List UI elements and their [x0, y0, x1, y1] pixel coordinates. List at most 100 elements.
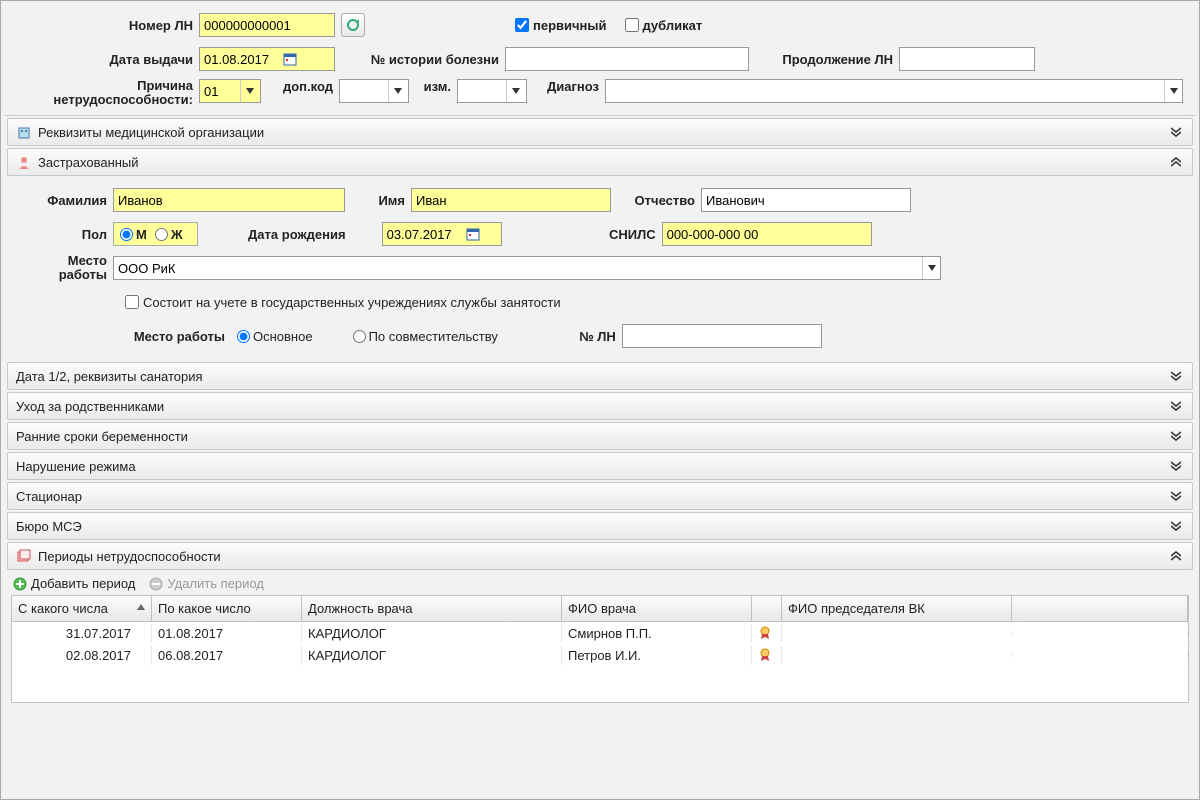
col-empty	[1012, 596, 1188, 621]
chevron-down-icon[interactable]	[388, 80, 406, 102]
gender-radio-group[interactable]: М Ж	[113, 222, 198, 246]
insured-body: Фамилия Имя Отчество Пол М Ж Дата рожден…	[5, 178, 1195, 360]
table-row[interactable]: 31.07.201701.08.2017КАРДИОЛОГСмирнов П.П…	[12, 622, 1188, 644]
app-window: Номер ЛН первичный дубликат Дата выдачи …	[0, 0, 1200, 800]
col-doctor[interactable]: ФИО врача	[562, 596, 752, 621]
worktype-part-radio[interactable]	[353, 330, 366, 343]
add-code-label: доп.код	[261, 79, 339, 94]
cell-chair	[782, 631, 1012, 635]
chevron-down-icon	[1168, 488, 1184, 504]
chevron-down-icon[interactable]	[922, 257, 940, 279]
snils-label: СНИЛС	[502, 227, 662, 242]
employment-reg-label: Состоит на учете в государственных учреж…	[143, 295, 561, 310]
col-chair[interactable]: ФИО председателя ВК	[782, 596, 1012, 621]
col-position[interactable]: Должность врача	[302, 596, 562, 621]
chevron-down-icon[interactable]	[506, 80, 524, 102]
top-form: Номер ЛН первичный дубликат Дата выдачи …	[5, 5, 1195, 116]
cell-to: 06.08.2017	[152, 646, 302, 665]
delete-period-button: Удалить период	[149, 576, 264, 591]
table-row[interactable]: 02.08.201706.08.2017КАРДИОЛОГПетров И.И.	[12, 644, 1188, 666]
diagnosis-select[interactable]	[605, 79, 1183, 103]
primary-label: первичный	[533, 18, 607, 33]
section-pregnancy[interactable]: Ранние сроки беременности	[7, 422, 1193, 450]
section-mse[interactable]: Бюро МСЭ	[7, 512, 1193, 540]
chevron-down-icon	[1168, 518, 1184, 534]
chg-label: изм.	[409, 79, 457, 94]
patronymic-input[interactable]	[701, 188, 911, 212]
workplace-select[interactable]	[113, 256, 941, 280]
calendar-icon[interactable]	[280, 49, 300, 69]
employment-reg-checkbox[interactable]	[125, 295, 139, 309]
reason-code-select[interactable]	[199, 79, 261, 103]
cell-doctor: Смирнов П.П.	[562, 624, 752, 643]
chevron-down-icon[interactable]	[240, 80, 258, 102]
chevron-down-icon	[1168, 124, 1184, 140]
add-code-select[interactable]	[339, 79, 409, 103]
history-no-label: № истории болезни	[335, 52, 505, 67]
continuation-input[interactable]	[899, 47, 1035, 71]
worktype-label: Место работы	[101, 329, 231, 344]
chevron-up-icon	[1168, 548, 1184, 564]
duplicate-checkbox[interactable]	[625, 18, 639, 32]
firstname-input[interactable]	[411, 188, 611, 212]
worktype-main-radio[interactable]	[237, 330, 250, 343]
table-header: С какого числа По какое число Должность …	[12, 596, 1188, 622]
chevron-down-icon	[1168, 428, 1184, 444]
section-violation[interactable]: Нарушение режима	[7, 452, 1193, 480]
calendar-stack-icon	[16, 548, 32, 564]
cell-chair	[782, 653, 1012, 657]
ln-no-label: № ЛН	[512, 329, 622, 344]
cell-badge	[752, 646, 782, 664]
col-from[interactable]: С какого числа	[12, 596, 152, 621]
person-icon	[16, 154, 32, 170]
cell-badge	[752, 624, 782, 642]
periods-toolbar: Добавить период Удалить период	[5, 572, 1195, 595]
patronymic-label: Отчество	[611, 193, 701, 208]
section-date12[interactable]: Дата 1/2, реквизиты санатория	[7, 362, 1193, 390]
chg-select[interactable]	[457, 79, 527, 103]
cell-position: КАРДИОЛОГ	[302, 646, 562, 665]
ln-number-input[interactable]	[199, 13, 335, 37]
chevron-down-icon[interactable]	[1164, 80, 1182, 102]
snils-input[interactable]	[662, 222, 872, 246]
chevron-up-icon	[1168, 154, 1184, 170]
diagnosis-label: Диагноз	[527, 79, 605, 94]
section-org[interactable]: Реквизиты медицинской организации	[7, 118, 1193, 146]
cell-from: 02.08.2017	[12, 646, 152, 665]
refresh-button[interactable]	[341, 13, 365, 37]
issue-date-label: Дата выдачи	[9, 52, 199, 67]
worktype-radio-group: Основное По совместительству	[231, 324, 512, 348]
add-period-button[interactable]: Добавить период	[13, 576, 135, 591]
firstname-label: Имя	[345, 193, 411, 208]
gender-f-radio[interactable]	[155, 228, 168, 241]
building-icon	[16, 124, 32, 140]
workplace-label: Местоработы	[13, 254, 113, 282]
cell-to: 01.08.2017	[152, 624, 302, 643]
cell-position: КАРДИОЛОГ	[302, 624, 562, 643]
calendar-icon[interactable]	[463, 224, 483, 244]
periods-table: С какого числа По какое число Должность …	[11, 595, 1189, 703]
issue-date-input[interactable]	[199, 47, 335, 71]
section-periods[interactable]: Периоды нетрудоспособности	[7, 542, 1193, 570]
col-to[interactable]: По какое число	[152, 596, 302, 621]
duplicate-label: дубликат	[643, 18, 703, 33]
primary-checkbox[interactable]	[515, 18, 529, 32]
continuation-label: Продолжение ЛН	[749, 52, 899, 67]
table-empty-space	[12, 666, 1188, 702]
birthdate-input[interactable]	[382, 222, 502, 246]
lastname-input[interactable]	[113, 188, 345, 212]
section-insured[interactable]: Застрахованный	[7, 148, 1193, 176]
ln-number-label: Номер ЛН	[9, 18, 199, 33]
cell-from: 31.07.2017	[12, 624, 152, 643]
gender-m-radio[interactable]	[120, 228, 133, 241]
chevron-down-icon	[1168, 398, 1184, 414]
lastname-label: Фамилия	[13, 193, 113, 208]
history-no-input[interactable]	[505, 47, 749, 71]
section-care[interactable]: Уход за родственниками	[7, 392, 1193, 420]
cell-doctor: Петров И.И.	[562, 646, 752, 665]
birthdate-label: Дата рождения	[198, 227, 352, 242]
disability-reason-label: Причина нетрудоспособности:	[9, 79, 199, 107]
sort-asc-icon	[137, 604, 145, 610]
section-hospital[interactable]: Стационар	[7, 482, 1193, 510]
ln-no-input[interactable]	[622, 324, 822, 348]
